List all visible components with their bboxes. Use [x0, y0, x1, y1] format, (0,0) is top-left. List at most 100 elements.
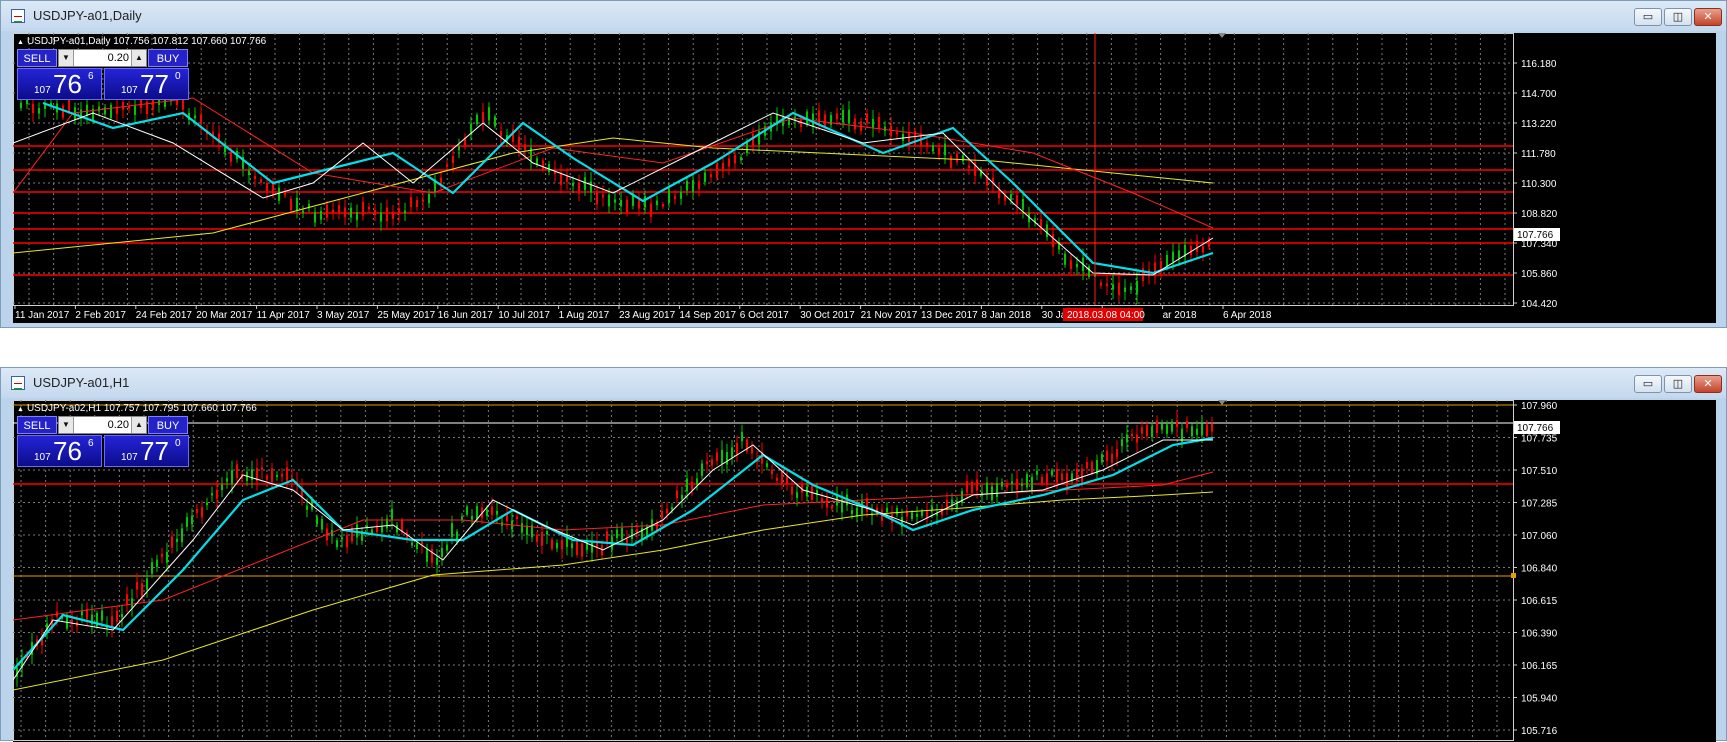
candle-body	[351, 527, 353, 542]
candle-body	[572, 182, 574, 187]
x-tick-label: 8 Jan 2018	[981, 310, 1031, 321]
candle-body	[410, 197, 412, 208]
h1-lot-size-stepper[interactable]: ▼ ▲	[58, 416, 147, 434]
y-tick-label: 110.300	[1521, 179, 1557, 190]
h1-ask-price[interactable]: 107 77 0	[104, 435, 189, 467]
lot-increase-icon[interactable]: ▲	[131, 417, 146, 433]
candle-body	[482, 111, 484, 123]
collapse-triangle-icon[interactable]: ▲	[17, 39, 24, 46]
candle-body	[1172, 251, 1174, 262]
candle-body	[530, 147, 532, 161]
restore-button[interactable]: ◫	[1664, 375, 1692, 393]
lot-decrease-icon[interactable]: ▼	[59, 50, 74, 66]
candle-body	[751, 447, 753, 454]
candle-body	[998, 189, 1000, 199]
daily-bid-price[interactable]: 107 76 6	[17, 68, 102, 100]
candle-body	[581, 543, 583, 557]
candle-body	[194, 115, 196, 119]
candle-body	[368, 206, 370, 210]
h1-bid-price[interactable]: 107 76 6	[17, 435, 102, 467]
h1-chart-area[interactable]: ▲ USDJPY-a02,H1 107.757 107.795 107.660 1…	[13, 400, 1716, 742]
candle-body	[254, 175, 256, 179]
daily-lot-input[interactable]	[74, 50, 132, 66]
candle-body	[230, 151, 232, 162]
daily-window-titlebar[interactable]: USDJPY-a01,Daily ▭ ◫ ✕	[1, 1, 1726, 31]
h1-window-title: USDJPY-a01,H1	[33, 375, 130, 390]
candle-body	[996, 483, 998, 498]
candle-body	[1036, 470, 1038, 475]
x-tick-label: 6 Apr 2018	[1223, 310, 1272, 321]
y-tick-label: 104.420	[1521, 299, 1558, 310]
candle-body	[932, 145, 934, 152]
collapse-triangle-icon[interactable]: ▲	[17, 406, 24, 413]
candle-body	[496, 510, 498, 515]
daily-ask-price[interactable]: 107 77 0	[104, 68, 189, 100]
candle-body	[1112, 284, 1114, 290]
candle-body	[338, 205, 340, 214]
x-tick-label: 11 Jan 2017	[15, 310, 70, 321]
candle-body	[781, 471, 783, 485]
candle-body	[614, 199, 616, 203]
daily-chart-window[interactable]: USDJPY-a01,Daily ▭ ◫ ✕ ▲ USDJPY-a01,Daily…	[0, 0, 1727, 328]
candle-body	[166, 551, 168, 563]
h1-buy-button[interactable]: BUY	[148, 416, 188, 434]
candle-body	[171, 536, 173, 548]
candle-body	[1106, 283, 1108, 287]
candle-body	[626, 539, 628, 543]
y-tick-label: 107.735	[1521, 434, 1558, 445]
daily-lot-size-stepper[interactable]: ▼ ▲	[58, 49, 147, 67]
candle-body	[1046, 224, 1048, 237]
candle-body	[86, 104, 88, 116]
daily-buy-button[interactable]: BUY	[148, 49, 188, 67]
candle-body	[248, 170, 250, 176]
x-tick-label: 21 Nov 2017	[861, 310, 918, 321]
close-button[interactable]: ✕	[1694, 8, 1722, 26]
h1-window-titlebar[interactable]: USDJPY-a01,H1 ▭ ◫ ✕	[1, 368, 1726, 398]
lot-increase-icon[interactable]: ▲	[131, 50, 146, 66]
candle-body	[500, 131, 502, 137]
candle-body	[471, 516, 473, 520]
candle-body	[968, 165, 970, 168]
candle-body	[866, 498, 868, 512]
candle-body	[221, 484, 223, 491]
x-tick-label: 23 Aug 2017	[619, 310, 676, 321]
bid-big-digits: 76	[53, 436, 82, 466]
candle-body	[566, 176, 568, 182]
candle-body	[231, 470, 233, 485]
candle-body	[826, 497, 828, 508]
candle-body	[146, 578, 148, 590]
candle-body	[336, 540, 338, 548]
candle-body	[1021, 483, 1023, 486]
restore-button[interactable]: ◫	[1664, 8, 1692, 26]
candle-body	[261, 467, 263, 470]
daily-sell-button[interactable]: SELL	[17, 49, 57, 67]
close-button[interactable]: ✕	[1694, 375, 1722, 393]
daily-chart-area[interactable]: ▲ USDJPY-a01,Daily 107.756 107.812 107.66…	[13, 33, 1716, 323]
candle-body	[176, 538, 178, 542]
candle-body	[878, 117, 880, 129]
candle-body	[736, 442, 738, 456]
minimize-button[interactable]: ▭	[1634, 375, 1662, 393]
h1-lot-input[interactable]	[74, 417, 132, 433]
lot-decrease-icon[interactable]: ▼	[59, 417, 74, 433]
h1-chart-window[interactable]: USDJPY-a01,H1 ▭ ◫ ✕ ▲ USDJPY-a02,H1 107.7…	[0, 367, 1727, 742]
level-marker	[1511, 573, 1516, 578]
candle-body	[546, 530, 548, 535]
candle-body	[1126, 434, 1128, 443]
h1-sell-button[interactable]: SELL	[17, 416, 57, 434]
candle-body	[800, 120, 802, 128]
candle-body	[441, 548, 443, 557]
candle-body	[411, 542, 413, 546]
candle-body	[676, 490, 678, 499]
candle-body	[1031, 476, 1033, 491]
candle-body	[818, 110, 820, 122]
ask-big-digits: 77	[140, 436, 169, 466]
candle-body	[842, 110, 844, 123]
candle-body	[436, 557, 438, 565]
minimize-button[interactable]: ▭	[1634, 8, 1662, 26]
candle-body	[561, 539, 563, 550]
candle-body	[796, 492, 798, 498]
candle-body	[101, 610, 103, 621]
candle-body	[746, 439, 748, 452]
candle-body	[1186, 420, 1188, 428]
